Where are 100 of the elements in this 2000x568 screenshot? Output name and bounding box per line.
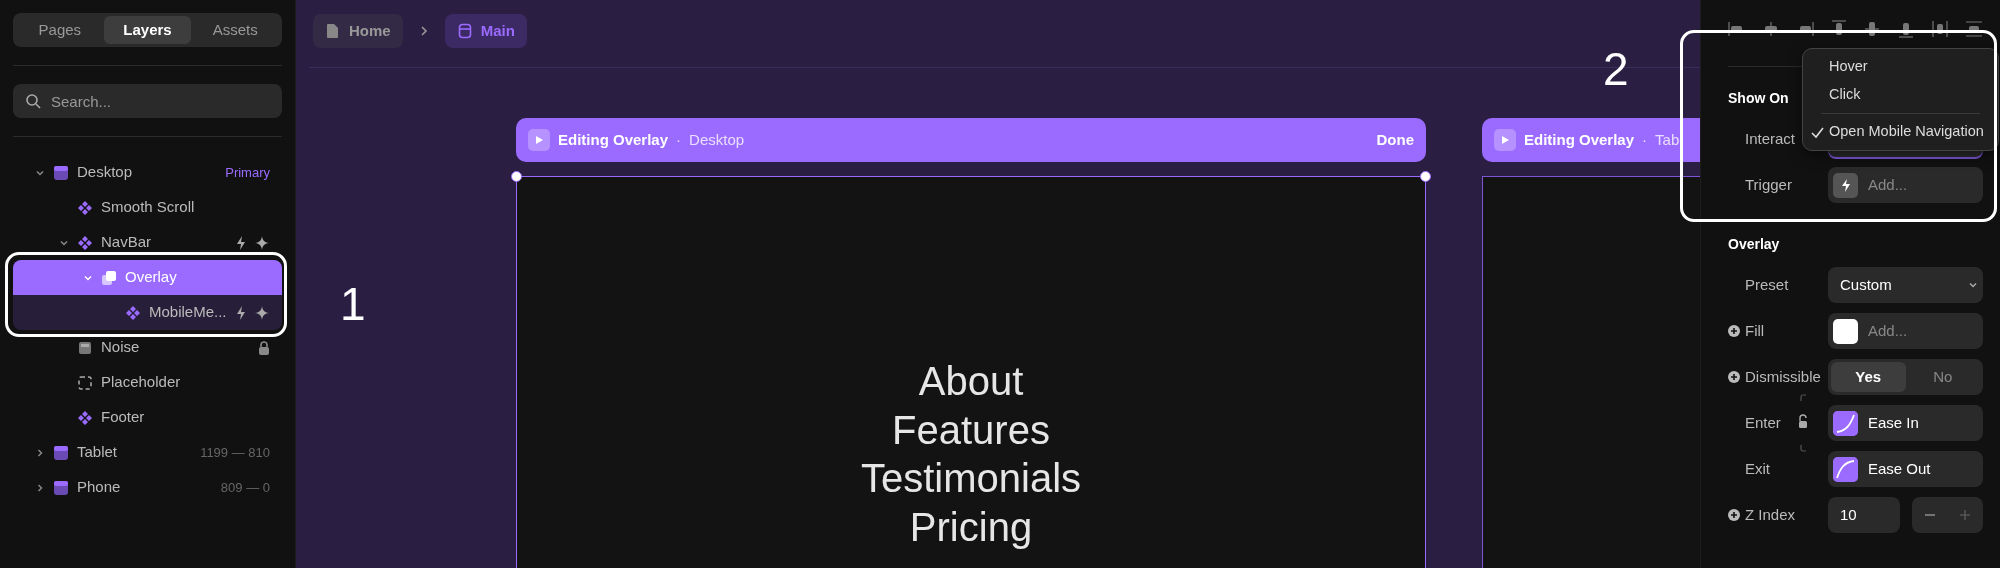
distribute-vertical-icon[interactable]	[1964, 20, 1983, 38]
easing-curve-icon	[1833, 456, 1858, 482]
layer-row[interactable]: Overlay	[13, 260, 282, 295]
breadcrumb-item[interactable]: Main	[444, 14, 527, 48]
layer-name: MobileMe...	[149, 302, 228, 323]
easing-field[interactable]: Ease Out	[1828, 451, 1983, 487]
distribute-horizontal-icon[interactable]	[1931, 20, 1950, 38]
frame-icon	[53, 479, 69, 496]
layer-row[interactable]: Noise	[13, 330, 282, 365]
play-icon	[534, 135, 544, 145]
trigger-field[interactable]: Add...	[1828, 167, 1983, 203]
page-icon	[325, 23, 341, 39]
layer-name: Smooth Scroll	[101, 197, 196, 218]
add-icon[interactable]	[1728, 371, 1740, 383]
component-icon	[77, 409, 93, 426]
menu-item[interactable]: Hover	[1803, 53, 1998, 81]
tab[interactable]: Layers	[103, 16, 192, 44]
lock-icon[interactable]	[1798, 393, 1808, 453]
layer-name: Tablet	[77, 442, 119, 463]
annotation-number: 2	[1603, 46, 1629, 92]
easing-value: Ease Out	[1868, 458, 1931, 479]
color-swatch[interactable]	[1833, 318, 1858, 344]
fill-field[interactable]: Add...	[1828, 313, 1983, 349]
search-icon	[25, 93, 41, 109]
component-icon	[77, 234, 93, 251]
layer-row[interactable]: Footer	[13, 400, 282, 435]
primary-label: Primary	[225, 163, 270, 182]
segment-option[interactable]: No	[1905, 362, 1980, 392]
done-button[interactable]: Done	[1376, 128, 1414, 152]
overlay-title: Editing Overlay	[1524, 129, 1635, 150]
layer-row[interactable]: Tablet 1199 — 810	[13, 435, 282, 470]
align-bottom-icon[interactable]	[1897, 20, 1916, 38]
placeholder-text: Add...	[1868, 174, 1908, 195]
select-value: Custom	[1840, 274, 1893, 295]
annotation-number: 1	[340, 281, 366, 327]
easing-curve-icon	[1833, 410, 1858, 436]
layer-name: Overlay	[125, 267, 178, 288]
breadcrumb-item[interactable]: Home	[313, 14, 403, 48]
tab[interactable]: Assets	[191, 16, 279, 44]
separator-dot: ·	[676, 129, 682, 150]
resize-handle[interactable]	[1420, 171, 1431, 182]
segment-option[interactable]: Yes	[1831, 362, 1906, 392]
layer-row[interactable]: MobileMe...	[13, 295, 282, 330]
property-label: Interact	[1745, 128, 1796, 149]
chevron-down-icon	[1968, 280, 1978, 290]
add-icon[interactable]	[1728, 509, 1740, 521]
search-field[interactable]: Search...	[13, 84, 282, 118]
nav-link[interactable]: Testimonials	[860, 454, 1082, 503]
overlay-title: Editing Overlay	[558, 129, 669, 150]
section-heading: Show On	[1728, 88, 1789, 108]
align-top-icon[interactable]	[1829, 20, 1848, 38]
menu-item[interactable]: Click	[1803, 81, 1998, 109]
layer-name: Phone	[77, 477, 122, 498]
add-icon[interactable]	[1728, 325, 1740, 337]
nav-link[interactable]: About	[918, 357, 1024, 406]
chevron-right-icon[interactable]	[35, 447, 45, 458]
lightning-button[interactable]	[1833, 172, 1858, 198]
separator-dot: ·	[1642, 129, 1648, 150]
play-button[interactable]	[528, 129, 550, 151]
property-label: Exit	[1745, 458, 1770, 479]
frame-icon	[53, 444, 69, 461]
frame-icon	[53, 164, 69, 181]
layer-name: NavBar	[101, 232, 153, 253]
chevron-right-icon	[418, 25, 429, 37]
layer-name: Footer	[101, 407, 146, 428]
component-icon	[77, 199, 93, 216]
resize-handle[interactable]	[511, 171, 522, 182]
tab[interactable]: Pages	[16, 16, 104, 44]
menu-item[interactable]: Open Mobile Navigation	[1803, 118, 1998, 146]
placeholder-icon	[77, 374, 93, 391]
layer-name: Placeholder	[101, 372, 182, 393]
component-icon	[125, 304, 141, 321]
play-button[interactable]	[1494, 129, 1516, 151]
play-icon	[1500, 135, 1510, 145]
nav-link[interactable]: Features	[892, 405, 1050, 454]
layer-row[interactable]: Desktop Primary	[13, 155, 282, 190]
property-label: Preset	[1745, 274, 1789, 295]
device-label: Tab	[1655, 129, 1680, 150]
placeholder-text: Add...	[1868, 320, 1908, 341]
property-label: Trigger	[1745, 174, 1792, 195]
dimensions-label: 1199 — 810	[200, 443, 270, 462]
layer-row[interactable]: Placeholder	[13, 365, 282, 400]
align-middle-icon[interactable]	[1863, 20, 1882, 38]
property-label: Fill	[1745, 320, 1765, 341]
select-field[interactable]: Custom	[1828, 267, 1983, 303]
image-icon	[77, 339, 93, 356]
nav-link[interactable]: Pricing	[909, 502, 1033, 551]
dimensions-label: 809 — 0	[220, 478, 270, 497]
device-label: Desktop	[689, 129, 745, 150]
layer-row[interactable]: Phone 809 — 0	[13, 470, 282, 505]
easing-value: Ease In	[1868, 412, 1919, 433]
number-field[interactable]: 10	[1828, 497, 1900, 533]
layer-row[interactable]: Smooth Scroll	[13, 190, 282, 225]
easing-field[interactable]: Ease In	[1828, 405, 1983, 441]
chevron-right-icon[interactable]	[35, 482, 45, 493]
layers-icon	[101, 269, 117, 286]
lock-icon[interactable]	[258, 340, 270, 355]
layer-row[interactable]: NavBar	[13, 225, 282, 260]
property-label: Dismissible	[1745, 366, 1821, 387]
property-label: Z Index	[1745, 504, 1796, 525]
